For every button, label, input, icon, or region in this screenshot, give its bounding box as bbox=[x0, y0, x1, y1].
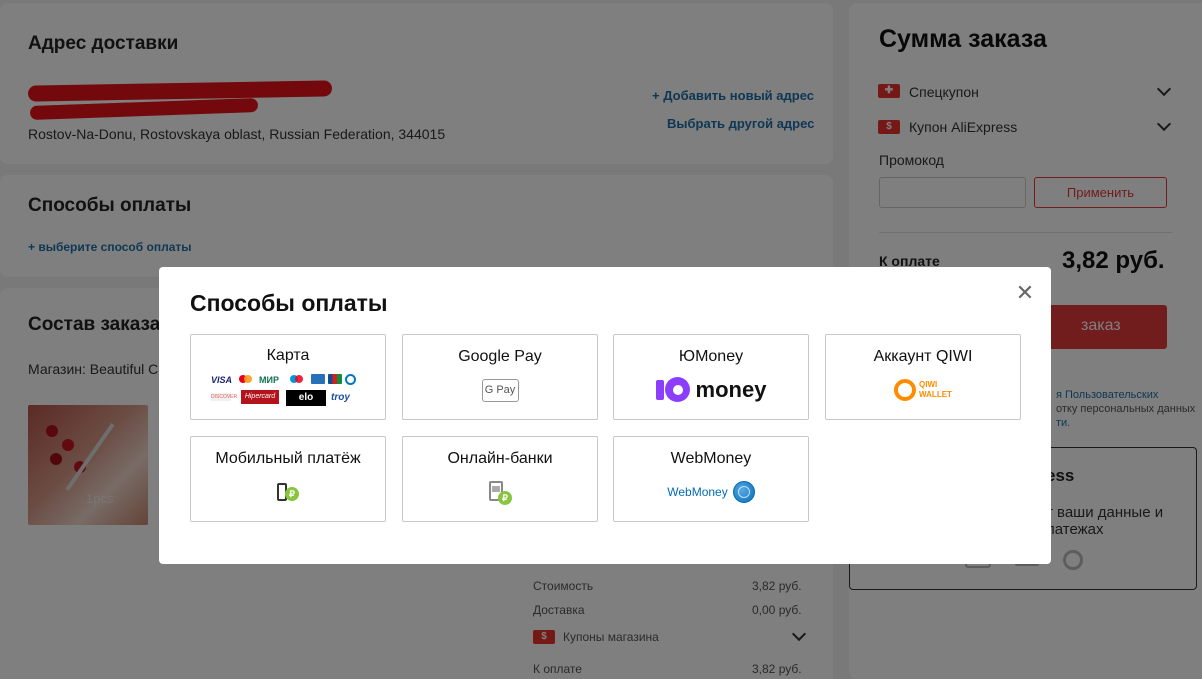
online-bank-icon: ₽ bbox=[487, 481, 513, 505]
qiwi-logo-text-2: WALLET bbox=[919, 390, 952, 399]
option-label-yoomoney: ЮMoney bbox=[678, 348, 744, 365]
option-label-card: Карта bbox=[266, 347, 310, 364]
close-icon[interactable]: ✕ bbox=[1015, 282, 1035, 304]
payment-option-yoomoney[interactable]: ЮMoney money bbox=[613, 334, 809, 420]
hipercard-icon: Hipercard bbox=[241, 390, 279, 404]
payment-option-mobile[interactable]: Мобильный платёж ₽ bbox=[190, 436, 386, 522]
modal-title: Способы оплаты bbox=[190, 290, 388, 316]
option-label-online-banks: Онлайн-банки bbox=[447, 450, 553, 467]
payment-option-online-banks[interactable]: Онлайн-банки ₽ bbox=[402, 436, 598, 522]
visa-logo-icon: VISA bbox=[211, 375, 233, 385]
payment-methods-modal: Способы оплаты ✕ Карта VISA МИР DISCOVER… bbox=[159, 267, 1051, 564]
qiwi-icon: QIWI WALLET bbox=[894, 379, 952, 401]
option-label-qiwi: Аккаунт QIWI bbox=[873, 348, 973, 365]
elo-icon: elo bbox=[286, 390, 326, 406]
option-label-webmoney: WebMoney bbox=[670, 450, 752, 467]
payment-option-webmoney[interactable]: WebMoney WebMoney bbox=[613, 436, 809, 522]
webmoney-logo-text: WebMoney bbox=[667, 485, 728, 499]
mobile-payment-icon: ₽ bbox=[275, 481, 301, 503]
payment-option-card[interactable]: Карта VISA МИР DISCOVER Hipercard elo tr… bbox=[190, 334, 386, 420]
mir-logo-icon: МИР bbox=[259, 375, 279, 385]
yoomoney-logo-text: money bbox=[695, 377, 767, 402]
discover-icon: DISCOVER bbox=[211, 393, 238, 401]
option-label-google-pay: Google Pay bbox=[458, 348, 542, 365]
jcb-icon bbox=[328, 374, 342, 384]
troy-icon: troy bbox=[331, 392, 350, 403]
google-pay-icon: G Pay bbox=[481, 379, 519, 402]
yoomoney-icon: money bbox=[655, 377, 767, 403]
amex-icon bbox=[311, 374, 325, 384]
diners-icon bbox=[345, 374, 356, 385]
option-label-mobile: Мобильный платёж bbox=[215, 450, 361, 467]
qiwi-logo-text-1: QIWI bbox=[919, 380, 938, 389]
card-brands-icon: VISA МИР DISCOVER Hipercard elo troy bbox=[209, 373, 369, 409]
payment-option-qiwi[interactable]: Аккаунт QIWI QIWI WALLET bbox=[825, 334, 1021, 420]
webmoney-icon: WebMoney bbox=[667, 481, 755, 503]
payment-option-google-pay[interactable]: Google Pay G Pay bbox=[402, 334, 598, 420]
